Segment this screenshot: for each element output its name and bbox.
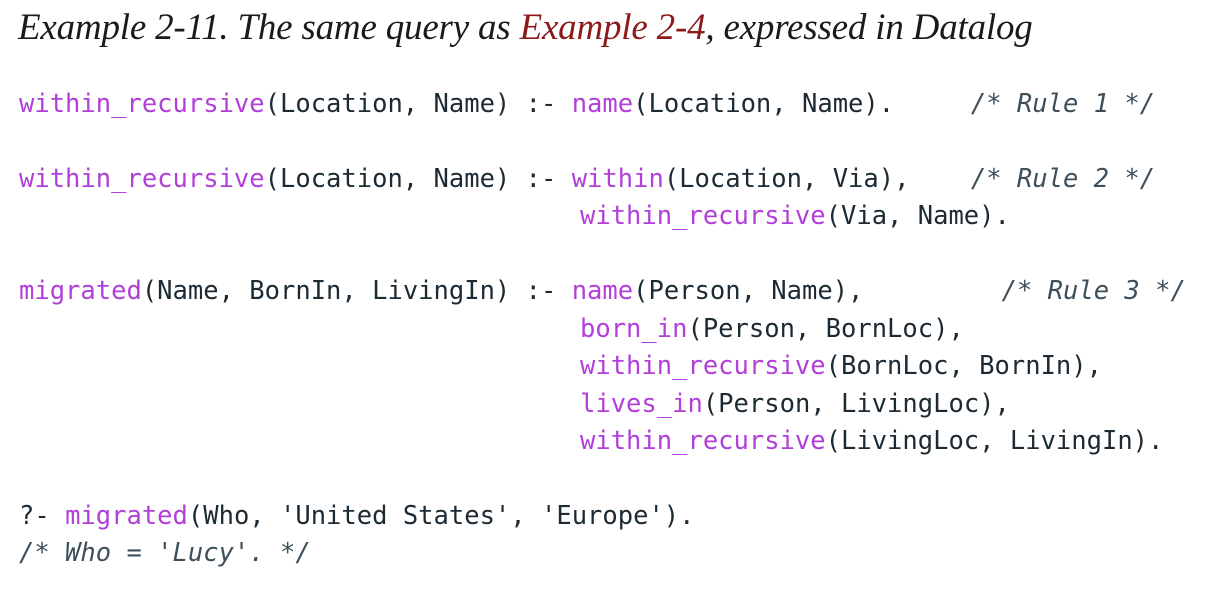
rule3-body5-predicate: within_recursive [580, 426, 826, 456]
example-2-4-link[interactable]: Example 2-4 [520, 7, 706, 48]
rule3-head-predicate: migrated [19, 276, 142, 306]
rule2-body1-args: (Location, Via), [663, 164, 971, 194]
rule1-head-args: (Location, Name) :- [264, 89, 572, 119]
code-line-rule2-body2: within_recursive(Via, Name). [580, 200, 1010, 232]
code-line-rule3-body5: within_recursive(LivingLoc, LivingIn). [580, 425, 1163, 457]
rule3-body1-predicate: name [571, 276, 634, 306]
code-line-rule3-body3: within_recursive(BornLoc, BornIn), [580, 350, 1102, 382]
code-line-query: ?- migrated(Who, 'United States', 'Europ… [19, 500, 695, 532]
rule1-head-predicate: within_recursive [19, 89, 265, 119]
rule3-body4-args: (Person, LivingLoc), [702, 389, 1010, 419]
example-caption: Example 2-11. The same query as Example … [18, 6, 1033, 49]
code-line-rule3-head: migrated(Name, BornIn, LivingIn) :- name… [19, 275, 1186, 307]
rule3-body1-args: (Person, Name), [633, 276, 1002, 306]
rule1-body-args: (Location, Name). [633, 89, 971, 119]
rule3-comment: /* Rule 3 */ [1001, 276, 1186, 306]
rule2-body1-predicate: within [571, 164, 664, 194]
query-predicate: migrated [65, 501, 188, 531]
rule2-comment: /* Rule 2 */ [970, 164, 1156, 194]
code-line-rule2-head: within_recursive(Location, Name) :- with… [19, 163, 1155, 195]
rule2-head-predicate: within_recursive [19, 164, 265, 194]
code-line-rule3-body2: born_in(Person, BornLoc), [580, 313, 964, 345]
rule3-body3-args: (BornLoc, BornIn), [825, 351, 1102, 381]
rule2-body2-args: (Via, Name). [825, 201, 1010, 231]
rule2-head-args: (Location, Name) :- [264, 164, 572, 194]
query-result-comment: /* Who = 'Lucy'. */ [19, 538, 311, 568]
rule3-body2-args: (Person, BornLoc), [687, 314, 964, 344]
rule3-head-args: (Name, BornIn, LivingIn) :- [141, 276, 572, 306]
caption-prefix: Example 2-11. The same query as [18, 7, 520, 48]
code-line-query-result: /* Who = 'Lucy'. */ [19, 537, 311, 569]
code-line-rule1: within_recursive(Location, Name) :- name… [19, 88, 1155, 120]
caption-suffix: , expressed in Datalog [705, 7, 1033, 48]
datalog-code-block: within_recursive(Location, Name) :- name… [19, 0, 1186, 600]
rule1-comment: /* Rule 1 */ [970, 89, 1156, 119]
query-args: (Who, 'United States', 'Europe'). [187, 501, 695, 531]
code-line-rule3-body4: lives_in(Person, LivingLoc), [580, 388, 1010, 420]
query-prompt: ?- [19, 501, 66, 531]
rule2-body2-predicate: within_recursive [580, 201, 826, 231]
rule3-body4-predicate: lives_in [580, 389, 703, 419]
rule3-body2-predicate: born_in [580, 314, 688, 344]
rule3-body3-predicate: within_recursive [580, 351, 826, 381]
rule1-body-predicate: name [571, 89, 634, 119]
rule3-body5-args: (LivingLoc, LivingIn). [825, 426, 1164, 456]
